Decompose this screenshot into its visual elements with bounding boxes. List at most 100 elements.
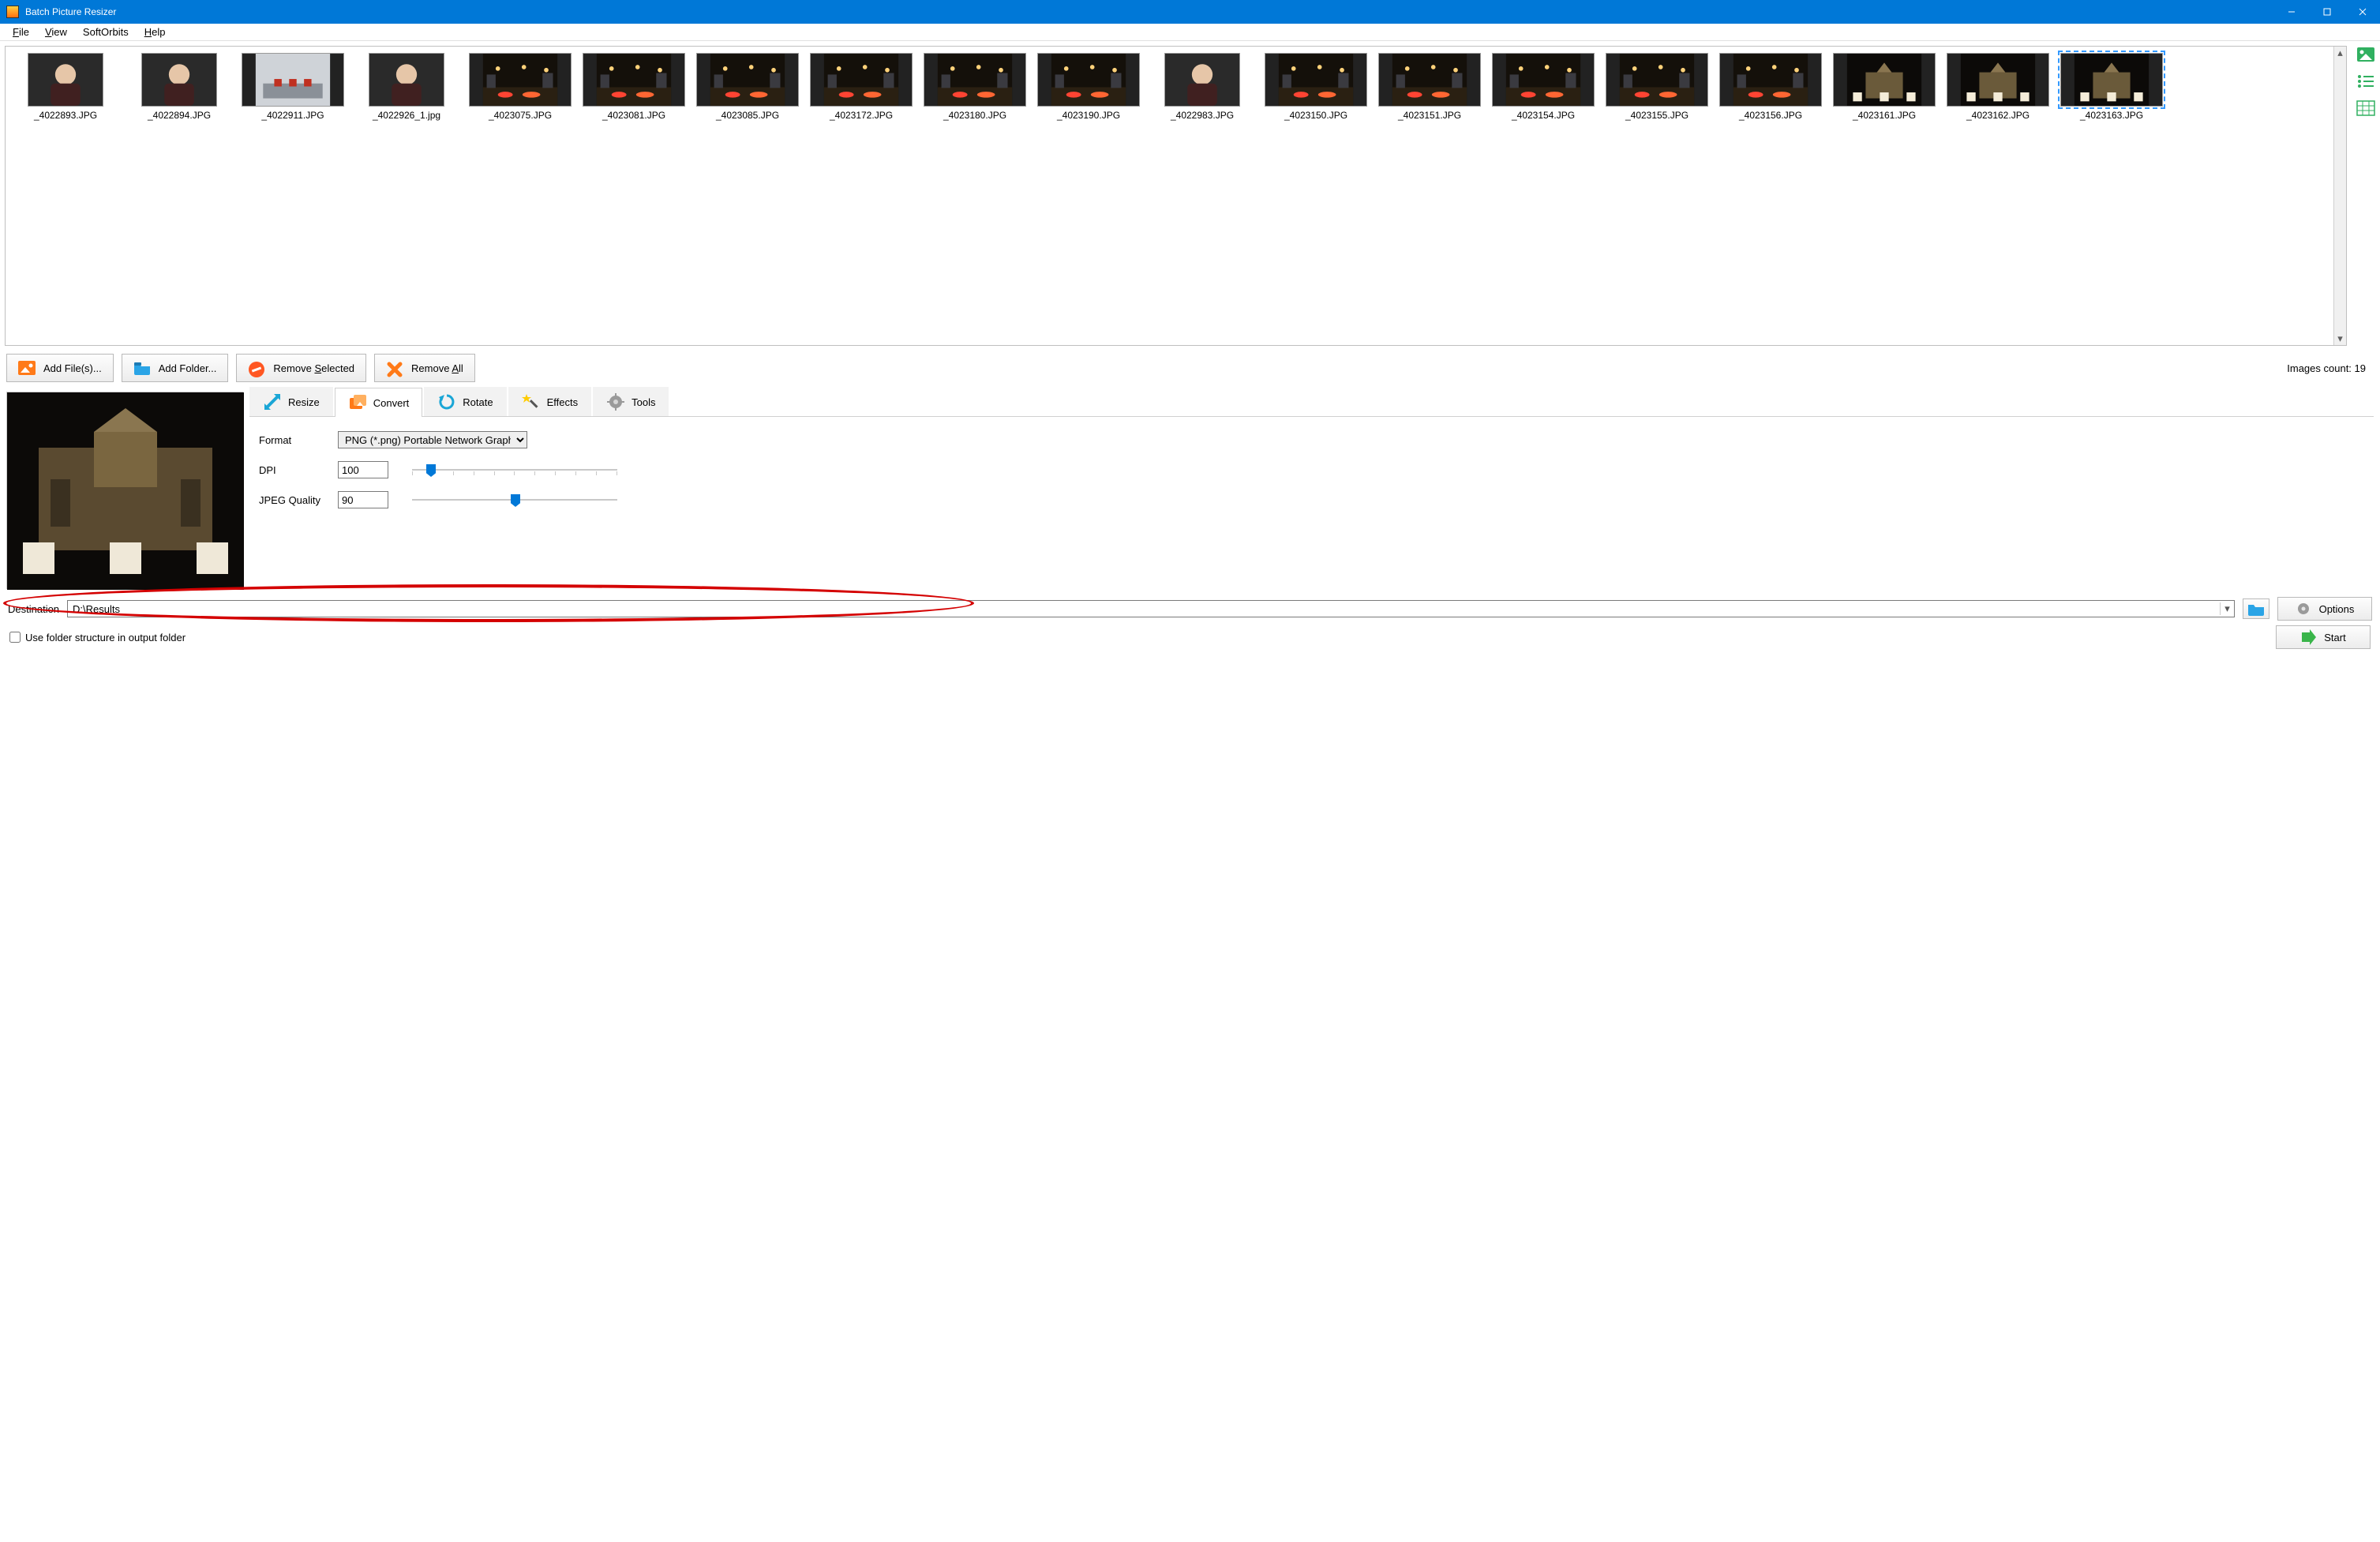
destination-dropdown-icon[interactable]: ▾ <box>2220 602 2234 615</box>
thumbnail-caption: _4023161.JPG <box>1829 110 1940 121</box>
view-mode-toolbar <box>2352 41 2380 351</box>
title-bar: Batch Picture Resizer <box>0 0 2380 24</box>
remove-all-button[interactable]: Remove All <box>374 354 475 382</box>
thumbnail-panel: _4022893.JPG _4022894.JPG _4022911.JPG _… <box>5 46 2347 346</box>
thumbnail-image <box>1037 53 1140 107</box>
resize-icon <box>263 392 282 411</box>
thumbnail-item[interactable]: _4023081.JPG <box>579 53 689 121</box>
thumbnail-item[interactable]: _4022893.JPG <box>10 53 121 121</box>
gallery-scrollbar[interactable]: ▴ ▾ <box>2333 47 2346 345</box>
thumbnail-image <box>1492 53 1595 107</box>
tab-tools[interactable]: Tools <box>593 387 669 416</box>
remove-all-icon <box>386 361 403 375</box>
thumbnail-caption: _4023155.JPG <box>1602 110 1712 121</box>
scroll-down-icon[interactable]: ▾ <box>2334 332 2346 345</box>
thumbnail-caption: _4022893.JPG <box>10 110 121 121</box>
view-details-icon[interactable] <box>2356 99 2376 117</box>
tab-tools-label: Tools <box>632 396 655 408</box>
minimize-button[interactable] <box>2273 0 2309 24</box>
thumbnail-grid[interactable]: _4022893.JPG _4022894.JPG _4022911.JPG _… <box>6 47 2333 345</box>
thumbnail-image <box>2060 53 2163 107</box>
thumbnail-caption: _4022926_1.jpg <box>351 110 462 121</box>
dpi-slider[interactable] <box>412 462 617 478</box>
options-button[interactable]: Options <box>2277 597 2372 621</box>
thumbnail-caption: _4023180.JPG <box>920 110 1030 121</box>
thumbnail-item[interactable]: _4022926_1.jpg <box>351 53 462 121</box>
convert-panel: Format PNG (*.png) Portable Network Grap… <box>249 417 2374 535</box>
tab-resize[interactable]: Resize <box>249 387 333 416</box>
tab-rotate[interactable]: Rotate <box>424 387 506 416</box>
jpeg-quality-slider[interactable] <box>412 492 617 508</box>
tab-resize-label: Resize <box>288 396 320 408</box>
window-title: Batch Picture Resizer <box>25 6 2273 17</box>
tab-effects-label: Effects <box>547 396 579 408</box>
thumbnail-item[interactable]: _4023154.JPG <box>1488 53 1599 121</box>
thumbnail-caption: _4023151.JPG <box>1374 110 1485 121</box>
remove-selected-icon <box>248 361 265 375</box>
thumbnail-item[interactable]: _4023163.JPG <box>2056 53 2167 121</box>
thumbnail-item[interactable]: _4023075.JPG <box>465 53 575 121</box>
thumbnail-caption: _4023085.JPG <box>692 110 803 121</box>
thumbnail-image <box>469 53 572 107</box>
thumbnail-image <box>583 53 685 107</box>
thumbnail-item[interactable]: _4023180.JPG <box>920 53 1030 121</box>
close-button[interactable] <box>2344 0 2380 24</box>
menu-view[interactable]: View <box>37 24 75 39</box>
view-list-icon[interactable] <box>2356 73 2376 90</box>
tab-convert-label: Convert <box>373 397 410 409</box>
thumbnail-item[interactable]: _4023162.JPG <box>1943 53 2053 121</box>
thumbnail-item[interactable]: _4023156.JPG <box>1715 53 1826 121</box>
images-count-label: Images count: 19 <box>2287 362 2374 374</box>
tab-effects[interactable]: Effects <box>508 387 592 416</box>
remove-selected-button[interactable]: Remove Selected <box>236 354 366 382</box>
destination-combo[interactable]: ▾ <box>67 600 2235 617</box>
thumbnail-image <box>1164 53 1240 107</box>
thumbnail-item[interactable]: _4022894.JPG <box>124 53 234 121</box>
thumbnail-item[interactable]: _4022911.JPG <box>238 53 348 121</box>
thumbnail-image <box>28 53 103 107</box>
thumbnail-image <box>924 53 1026 107</box>
thumbnail-item[interactable]: _4023085.JPG <box>692 53 803 121</box>
thumbnail-item[interactable]: _4022983.JPG <box>1147 53 1257 121</box>
view-thumbnails-icon[interactable] <box>2356 46 2376 63</box>
menu-softorbits[interactable]: SoftOrbits <box>75 24 137 39</box>
add-files-button[interactable]: Add File(s)... <box>6 354 114 382</box>
start-button[interactable]: Start <box>2276 625 2371 649</box>
use-folder-structure-input[interactable] <box>9 632 21 643</box>
thumbnail-item[interactable]: _4023151.JPG <box>1374 53 1485 121</box>
options-label: Options <box>2319 603 2355 615</box>
use-folder-structure-checkbox[interactable]: Use folder structure in output folder <box>9 632 186 643</box>
add-folder-button[interactable]: Add Folder... <box>122 354 229 382</box>
thumbnail-caption: _4023075.JPG <box>465 110 575 121</box>
thumbnail-item[interactable]: _4023190.JPG <box>1033 53 1144 121</box>
maximize-button[interactable] <box>2309 0 2344 24</box>
thumbnail-item[interactable]: _4023161.JPG <box>1829 53 1940 121</box>
format-select[interactable]: PNG (*.png) Portable Network Graph <box>338 431 527 448</box>
add-files-label: Add File(s)... <box>43 362 102 374</box>
tab-convert[interactable]: Convert <box>335 388 423 417</box>
jpeg-quality-label: JPEG Quality <box>259 494 338 506</box>
thumbnail-item[interactable]: _4023155.JPG <box>1602 53 1712 121</box>
destination-input[interactable] <box>68 603 2220 615</box>
effects-icon <box>522 392 541 411</box>
tab-strip: Resize Convert Rotate Effects Tools <box>249 385 2374 417</box>
dpi-input[interactable] <box>338 461 388 478</box>
thumbnail-caption: _4023154.JPG <box>1488 110 1599 121</box>
menu-file[interactable]: File <box>5 24 37 39</box>
thumbnail-item[interactable]: _4023172.JPG <box>806 53 916 121</box>
gear-icon <box>2296 601 2311 617</box>
start-label: Start <box>2324 632 2345 643</box>
menu-help[interactable]: Help <box>137 24 174 39</box>
app-icon <box>6 6 19 18</box>
browse-destination-button[interactable] <box>2243 598 2269 619</box>
scroll-up-icon[interactable]: ▴ <box>2334 47 2346 59</box>
thumbnail-caption: _4022911.JPG <box>238 110 348 121</box>
thumbnail-image <box>810 53 913 107</box>
start-arrow-icon <box>2300 629 2316 645</box>
thumbnail-image <box>1719 53 1822 107</box>
thumbnail-item[interactable]: _4023150.JPG <box>1261 53 1371 121</box>
file-toolbar: Add File(s)... Add Folder... Remove Sele… <box>0 351 2380 385</box>
thumbnail-caption: _4023156.JPG <box>1715 110 1826 121</box>
jpeg-quality-input[interactable] <box>338 491 388 508</box>
thumbnail-image <box>696 53 799 107</box>
